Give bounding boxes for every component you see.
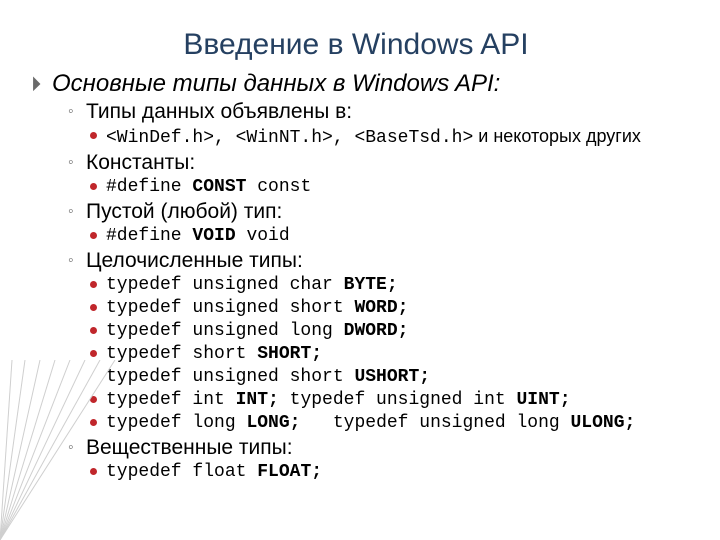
code: typedef int — [106, 390, 236, 410]
code-line: typedef unsigned long DWORD; — [106, 320, 408, 342]
dot-icon — [90, 225, 106, 239]
dot-icon — [90, 125, 106, 139]
code-line: typedef unsigned short WORD; — [106, 297, 408, 319]
real-float: typedef float FLOAT; — [90, 461, 680, 483]
sub-const-text: Константы: — [86, 151, 195, 175]
code-keyword: UINT; — [516, 390, 570, 410]
circle-icon: ◦ — [68, 249, 86, 273]
int-byte: typedef unsigned char BYTE; — [90, 274, 680, 296]
sub-int: ◦ Целочисленные типы: — [68, 249, 680, 273]
sub-const: ◦ Константы: — [68, 151, 680, 175]
code-line: typedef long LONG; typedef unsigned long… — [106, 412, 666, 434]
int-long: typedef long LONG; typedef unsigned long… — [90, 412, 680, 434]
int-word: typedef unsigned short WORD; — [90, 297, 680, 319]
dot-icon — [90, 389, 106, 403]
dot-icon — [90, 320, 106, 334]
int-int: typedef int INT; typedef unsigned int UI… — [90, 389, 680, 411]
circle-icon: ◦ — [68, 100, 86, 124]
code-line: typedef float FLOAT; — [106, 461, 322, 483]
heading-main-text: Основные типы данных в Windows API: — [52, 70, 500, 98]
circle-icon: ◦ — [68, 200, 86, 224]
dot-icon — [90, 297, 106, 311]
code: typedef unsigned long — [300, 413, 570, 433]
code-line: typedef int INT; typedef unsigned int UI… — [106, 389, 571, 411]
slide-title: Введение в Windows API — [32, 28, 680, 62]
code-keyword: DWORD; — [344, 321, 409, 341]
code-line: typedef unsigned char BYTE; — [106, 274, 398, 296]
sub-real: ◦ Вещественные типы: — [68, 436, 680, 460]
const-def: #define CONST const — [90, 176, 680, 198]
int-ushort: typedef unsigned short USHORT; — [90, 366, 680, 388]
dot-icon — [90, 343, 106, 357]
code-keyword: INT; — [236, 390, 279, 410]
void-def-text: #define VOID void — [106, 225, 290, 247]
code: #define — [106, 177, 192, 197]
int-short: typedef short SHORT; — [90, 343, 680, 365]
code-line: typedef unsigned short USHORT; — [106, 366, 430, 388]
sub-void-text: Пустой (любой) тип: — [86, 200, 282, 224]
code: typedef float — [106, 462, 257, 482]
dot-icon — [90, 176, 106, 190]
headers-code: <WinDef.h>, <WinNT.h>, <BaseTsd.h> — [106, 128, 473, 148]
code: #define — [106, 226, 192, 246]
dot-icon — [90, 274, 106, 288]
code-line: typedef short SHORT; — [106, 343, 322, 365]
heading-main: 🞂 Основные типы данных в Windows API: — [32, 70, 680, 98]
code: typedef short — [106, 344, 257, 364]
sub-declared-text: Типы данных объявлены в: — [86, 100, 352, 124]
dot-icon — [90, 412, 106, 426]
code-keyword: BYTE; — [344, 275, 398, 295]
circle-icon: ◦ — [68, 436, 86, 460]
headers-line-text: <WinDef.h>, <WinNT.h>, <BaseTsd.h> и нек… — [106, 125, 666, 149]
code: const — [246, 177, 311, 197]
code-keyword: USHORT; — [354, 367, 430, 387]
sub-real-text: Вещественные типы: — [86, 436, 293, 460]
sub-declared: ◦ Типы данных объявлены в: — [68, 100, 680, 124]
code: typedef unsigned short — [106, 367, 354, 387]
sub-int-text: Целочисленные типы: — [86, 249, 303, 273]
code: typedef unsigned int — [279, 390, 517, 410]
arrow-icon: 🞂 — [32, 70, 52, 98]
code-keyword: SHORT; — [257, 344, 322, 364]
slide: Введение в Windows API 🞂 Основные типы д… — [0, 0, 720, 540]
dot-icon — [90, 461, 106, 475]
code-keyword: LONG; — [246, 413, 300, 433]
code-keyword: WORD; — [354, 298, 408, 318]
const-def-text: #define CONST const — [106, 176, 311, 198]
code-keyword: FLOAT; — [257, 462, 322, 482]
code: void — [236, 226, 290, 246]
headers-tail: и некоторых других — [473, 126, 641, 146]
code: typedef unsigned short — [106, 298, 354, 318]
code-keyword: ULONG; — [571, 413, 636, 433]
code-keyword: VOID — [192, 226, 235, 246]
void-def: #define VOID void — [90, 225, 680, 247]
int-dword: typedef unsigned long DWORD; — [90, 320, 680, 342]
code: typedef unsigned long — [106, 321, 344, 341]
code-keyword: CONST — [192, 177, 246, 197]
code: typedef long — [106, 413, 246, 433]
sub-void: ◦ Пустой (любой) тип: — [68, 200, 680, 224]
code: typedef unsigned char — [106, 275, 344, 295]
circle-icon: ◦ — [68, 151, 86, 175]
headers-line: <WinDef.h>, <WinNT.h>, <BaseTsd.h> и нек… — [90, 125, 680, 149]
